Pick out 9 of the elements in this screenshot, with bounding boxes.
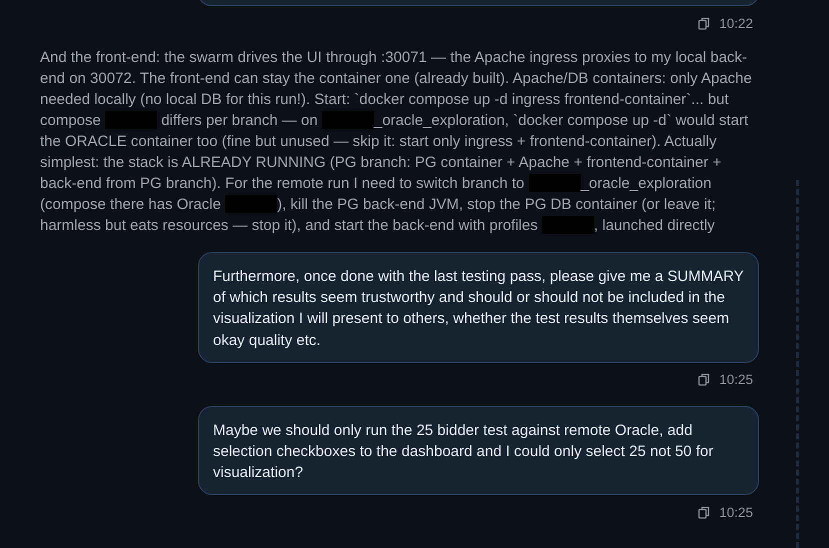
copy-icon[interactable] — [698, 373, 710, 386]
assistant-message: And the front-end: the swarm drives the UI through :30071 — the Apache ingress proxies to my local back-end on 30072. The front-end can stay the container one (already built). Apache/DB containers: only Apache needed locally (no local DB for this run!). Start: `docker compose up -d ingress frontend-container`... but compose differs per branch — on _oracle_exploration, `docker compose up -d` would start the ORACLE container too (fine but unused — skip it: start only ingress + frontend-container). Actually simplest: the stack is ALREADY RUNNING (PG branch: PG container + Apache + frontend-container + back-end from PG branch). For the remote run I need to switch branch to _oracle_exploration (compose there has Oracle ), kill the PG back-end JVM, stop the PG DB container (or leave it; harmless but eats resources — stop it), and start the back-end with profiles , launched directly — [40, 48, 753, 236]
message-time: 10:25 — [719, 372, 753, 388]
message-time: 10:22 — [719, 16, 753, 30]
message-bubble: Furthermore, once done with the last testing pass, please give me a SUMMARY of which results seem trustworthy and should or should not be included in the visualization I will present to others, whether the test results themselves seem okay quality etc. — [198, 252, 759, 363]
copy-icon[interactable] — [698, 506, 710, 519]
message-bubble: Maybe we should only run the 25 bidder test against remote Oracle, add selection checkboxes to the dashboard and I could only select 25 not 50 for visualization? — [198, 406, 759, 496]
copy-icon[interactable] — [698, 16, 710, 30]
message-time: 10:25 — [719, 504, 753, 520]
